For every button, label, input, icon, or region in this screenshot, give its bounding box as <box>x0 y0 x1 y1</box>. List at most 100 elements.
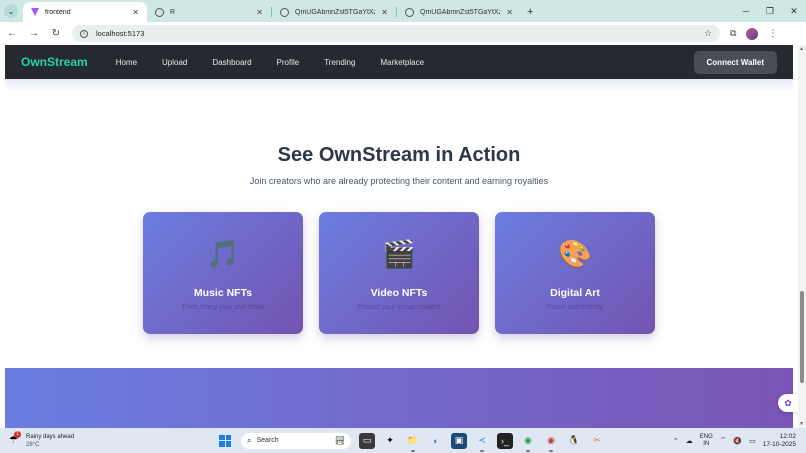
globe-icon <box>155 7 164 17</box>
weather-text: Rainy days ahead 28°C <box>26 433 74 449</box>
card-description: Prove authenticity <box>547 304 603 311</box>
terminal-icon[interactable]: ›_ <box>497 432 513 449</box>
brand-logo[interactable]: OwnStream <box>21 55 88 69</box>
taskbar-apps: ▭ ✦ 📁 ◐ ▣ ≺ ›_ ◉ ◉ 🐧 ✂ <box>359 432 605 452</box>
extensions-puzzle-icon[interactable]: ⧉ <box>730 28 736 39</box>
card-title: Video NFTs <box>370 287 428 299</box>
section-subheading: Join creators who are already protecting… <box>249 176 549 186</box>
video-nfts-card[interactable]: 🎬 Video NFTs Protect your visual content <box>319 212 479 334</box>
restore-icon[interactable]: ❐ <box>758 0 782 22</box>
address-bar[interactable]: i localhost:5173 ☆ <box>72 25 720 42</box>
scrollbar-thumb[interactable] <box>800 291 804 383</box>
minimize-icon[interactable]: ─ <box>734 0 758 22</box>
taskbar-clock[interactable]: 12:02 17-10-2025 <box>763 433 796 449</box>
store-icon[interactable]: ▣ <box>451 432 467 449</box>
card-description: Protect your visual content <box>357 304 441 311</box>
close-icon[interactable]: ✕ <box>256 8 263 17</box>
close-window-icon[interactable]: ✕ <box>782 0 806 22</box>
speaker-muted-icon[interactable]: 🔇 <box>733 437 742 445</box>
browser-tab-frontend[interactable]: frontend ✕ <box>23 2 147 22</box>
weather-title: Rainy days ahead <box>26 433 75 440</box>
reload-icon[interactable]: ↻ <box>50 28 62 39</box>
music-nfts-card[interactable]: 🎵 Music NFTs Track every play and remix <box>143 212 303 334</box>
rain-cloud-icon: ☂ 1 <box>9 430 21 447</box>
app-navbar: OwnStream Home Upload Dashboard Profile … <box>5 45 793 79</box>
system-tray: ⌃ ☁ ENG IN ⌔ 🔇 ▭ 12:02 17-10-2025 <box>673 433 806 449</box>
region-code: IN <box>703 440 710 447</box>
search-icon: ⌕ <box>247 435 252 445</box>
card-description: Track every play and remix <box>181 304 265 311</box>
window-controls: ─ ❐ ✕ <box>734 0 806 22</box>
tab-title: QmUGAbmnZst5TGaYtXzXdG <box>295 8 375 16</box>
site-info-icon[interactable]: i <box>80 29 88 38</box>
tab-search-icon[interactable]: ⌄ <box>4 4 18 18</box>
palette-icon: 🎨 <box>558 239 592 269</box>
close-icon[interactable]: ✕ <box>381 8 388 17</box>
language-indicator[interactable]: ENG IN <box>700 434 713 448</box>
close-icon[interactable]: ✕ <box>132 8 139 17</box>
weather-widget[interactable]: ☂ 1 Rainy days ahead 28°C <box>9 430 209 449</box>
windows-start-icon[interactable] <box>219 434 231 447</box>
page-scrollbar[interactable]: ▲ ▼ <box>798 45 806 428</box>
close-icon[interactable]: ✕ <box>506 8 513 17</box>
new-tab-plus-icon[interactable]: + <box>527 6 533 18</box>
clapperboard-icon: 🎬 <box>382 239 416 269</box>
file-explorer-icon[interactable]: 📁 <box>405 433 421 452</box>
clock-date: 17-10-2025 <box>762 440 796 448</box>
nav-profile[interactable]: Profile <box>277 58 300 67</box>
browser-tab-r[interactable]: R ✕ <box>147 2 271 22</box>
scroll-down-icon[interactable]: ▼ <box>799 421 804 427</box>
next-section-band <box>5 368 793 428</box>
language-code: ENG <box>699 433 713 440</box>
tab-title: QmUGAbmnZst5TGaYtXzXdG <box>420 8 500 16</box>
nav-marketplace[interactable]: Marketplace <box>381 58 425 67</box>
nav-trending[interactable]: Trending <box>324 58 355 67</box>
edge-browser-icon[interactable]: ◐ <box>428 433 444 449</box>
music-notes-icon: 🎵 <box>206 239 240 269</box>
card-title: Music NFTs <box>193 287 253 299</box>
copilot-icon[interactable]: ✦ <box>382 433 398 449</box>
browser-tab-ipfs-2[interactable]: QmUGAbmnZst5TGaYtXzXdG ✕ <box>397 2 521 22</box>
snipping-tool-icon[interactable]: ✂ <box>589 433 605 449</box>
bookmark-star-icon[interactable]: ☆ <box>704 28 712 39</box>
section-fade <box>5 79 793 91</box>
floating-widget-icon[interactable]: ✿ <box>778 394 798 412</box>
back-arrow-icon[interactable]: ← <box>6 28 18 39</box>
battery-icon[interactable]: ▭ <box>749 437 756 445</box>
browser-tab-ipfs-1[interactable]: QmUGAbmnZst5TGaYtXzXdG ✕ <box>272 2 396 22</box>
wifi-icon[interactable]: ⌔ <box>720 436 727 445</box>
vscode-icon[interactable]: ≺ <box>474 433 490 452</box>
search-placeholder: Search <box>256 437 279 444</box>
chrome-profile-icon[interactable]: ◉ <box>543 433 559 452</box>
notification-badge: 1 <box>14 430 21 438</box>
chevron-up-icon[interactable]: ⌃ <box>673 437 679 445</box>
browser-tab-strip: ⌄ frontend ✕ R ✕ QmUGAbmnZst5TGaYtXzXdG … <box>0 0 806 22</box>
kebab-menu-icon[interactable]: ⋮ <box>768 28 777 39</box>
tab-title: R <box>170 8 176 16</box>
scroll-up-icon[interactable]: ▲ <box>799 46 804 52</box>
vite-favicon-icon <box>31 8 39 16</box>
task-view-icon[interactable]: ▭ <box>359 432 375 449</box>
nav-dashboard[interactable]: Dashboard <box>212 58 251 67</box>
search-highlight-icon: 🏞 <box>334 436 345 445</box>
nav-home[interactable]: Home <box>116 58 137 67</box>
windows-taskbar: ☂ 1 Rainy days ahead 28°C ⌕ Search 🏞 ▭ ✦ … <box>0 428 806 453</box>
browser-toolbar: ← → ↻ i localhost:5173 ☆ ⧉ ⋮ <box>0 22 806 45</box>
url-text: localhost:5173 <box>96 29 145 38</box>
globe-icon <box>280 7 289 17</box>
section-heading: See OwnStream in Action <box>277 144 521 166</box>
globe-icon <box>405 7 414 17</box>
connect-wallet-button[interactable]: Connect Wallet <box>693 50 777 74</box>
weather-temp: 28°C <box>26 441 40 448</box>
penguin-app-icon[interactable]: 🐧 <box>566 433 582 449</box>
card-title: Digital Art <box>550 287 600 299</box>
taskbar-search-box[interactable]: ⌕ Search 🏞 <box>241 432 351 449</box>
page-viewport: OwnStream Home Upload Dashboard Profile … <box>0 45 806 428</box>
chrome-icon[interactable]: ◉ <box>520 433 536 452</box>
clock-time: 12:02 <box>779 432 796 440</box>
forward-arrow-icon[interactable]: → <box>28 28 40 39</box>
cloud-icon[interactable]: ☁ <box>686 437 693 445</box>
profile-avatar[interactable] <box>746 27 759 40</box>
nav-upload[interactable]: Upload <box>162 58 187 67</box>
digital-art-card[interactable]: 🎨 Digital Art Prove authenticity <box>495 212 655 334</box>
